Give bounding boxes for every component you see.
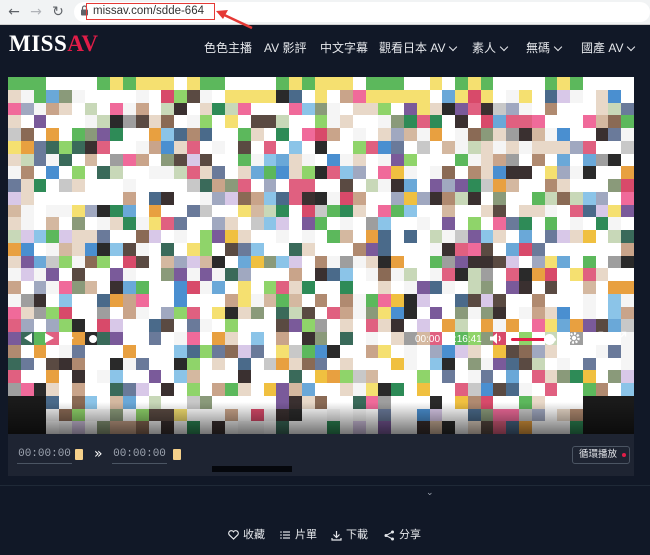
clip-end-marker-icon[interactable] xyxy=(173,449,181,460)
nav-item-chinese-sub[interactable]: 中文字幕 xyxy=(320,39,368,56)
nav-item-live[interactable]: 色色主播 xyxy=(204,39,252,56)
rewind-icon[interactable] xyxy=(20,331,34,345)
volume-icon[interactable] xyxy=(489,332,503,345)
chevron-down-icon xyxy=(553,42,563,52)
chevron-down-icon xyxy=(499,42,509,52)
loop-status-dot xyxy=(622,453,626,457)
time-display: 00:00 / 2:16:41 xyxy=(415,334,482,345)
clip-start-field[interactable]: 00:00:00 xyxy=(17,447,72,464)
double-chevron-icon: » xyxy=(94,446,103,462)
divider xyxy=(0,485,650,486)
share-icon xyxy=(384,530,394,541)
loop-play-button[interactable]: 循環播放 xyxy=(572,446,630,464)
url-text[interactable]: missav.com/sdde-664 xyxy=(93,5,204,17)
controls-overlay xyxy=(8,402,634,434)
nav-item-uncensored[interactable]: 無碼 xyxy=(526,39,563,56)
nav-item-domestic-av[interactable]: 國產 AV xyxy=(581,39,636,56)
back-arrow-icon[interactable]: ← xyxy=(6,4,22,20)
download-button[interactable]: 下載 xyxy=(331,526,368,542)
reload-icon[interactable]: ↻ xyxy=(50,4,66,20)
clip-bar-shadow xyxy=(212,466,292,472)
video-player[interactable] xyxy=(8,77,634,434)
browser-toolbar: ← → ↻ missav.com/sdde-664 xyxy=(0,0,650,30)
settings-gear-icon[interactable] xyxy=(567,331,581,345)
clip-end-field[interactable]: 00:00:00 xyxy=(112,447,167,464)
annotation-arrow-icon xyxy=(216,10,253,30)
speed-icon[interactable] xyxy=(86,331,100,345)
forward-arrow-icon[interactable]: → xyxy=(28,4,44,20)
nav-item-amateur[interactable]: 素人 xyxy=(472,39,509,56)
open-external-icon[interactable] xyxy=(590,331,604,345)
heart-icon xyxy=(228,530,239,540)
fullscreen-icon[interactable] xyxy=(613,331,627,345)
play-icon[interactable] xyxy=(42,331,56,345)
pixelated-video-frame xyxy=(8,77,634,434)
clip-start-marker-icon[interactable] xyxy=(75,449,83,460)
share-button[interactable]: 分享 xyxy=(384,526,421,542)
nav-item-reviews[interactable]: AV 影評 xyxy=(264,39,306,56)
caret-down-icon: ⌄ xyxy=(426,488,434,498)
nav-item-japan-av[interactable]: 觀看日本 AV xyxy=(379,39,458,56)
chevron-down-icon xyxy=(449,42,458,52)
chevron-down-icon xyxy=(627,42,636,52)
site-logo[interactable]: MISSAV xyxy=(9,31,99,57)
forward-icon[interactable] xyxy=(64,331,78,345)
favorite-button[interactable]: 收藏 xyxy=(228,526,265,542)
download-icon xyxy=(331,530,342,541)
playlist-button[interactable]: 片單 xyxy=(280,526,317,542)
list-icon xyxy=(280,531,290,539)
